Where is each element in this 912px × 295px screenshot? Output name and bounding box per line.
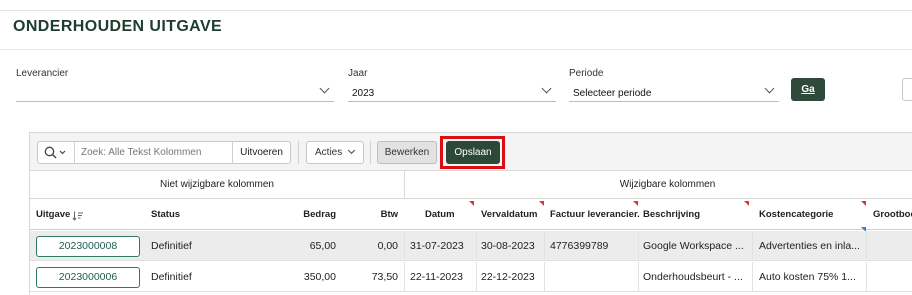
chevron-down-icon [541,83,552,94]
column-divider [476,231,477,261]
column-divider [752,231,753,261]
cell-beschrijving[interactable]: Onderhoudsbeurt - ... [643,262,751,292]
leverancier-label: Leverancier [16,68,69,79]
table-row[interactable]: 2023000006 Definitief 350,00 73,50 22-11… [30,262,912,292]
sort-descending-icon[interactable] [72,211,84,221]
actions-label: Acties [315,147,343,158]
column-divider [544,262,545,292]
cell-kostencategorie[interactable]: Advertenties en inla... [759,231,865,261]
cell-vervaldatum[interactable]: 22-12-2023 [481,262,545,292]
chevron-down-icon [319,83,330,94]
jaar-label: Jaar [348,68,368,79]
column-divider [638,231,639,261]
column-divider [752,262,753,292]
search-icon [44,146,66,159]
search-column-selector[interactable] [38,142,75,163]
leverancier-select[interactable] [16,82,334,102]
col-status[interactable]: Status [151,200,231,230]
column-divider [404,231,405,261]
column-header-row: Uitgave Status Bedrag Btw Datum Vervalda… [30,200,912,232]
toolbar-separator [298,141,299,164]
cell-btw: 0,00 [377,240,398,252]
col-btw[interactable]: Btw [340,200,398,230]
cell-bedrag: 65,00 [309,240,336,252]
interactive-grid: Uitvoeren Acties Bewerken Opslaan Niet w… [29,132,912,295]
edit-button[interactable]: Bewerken [377,141,437,164]
group-readonly: Niet wijzigbare kolommen [160,179,274,190]
column-divider [404,262,405,292]
periode-label: Periode [569,68,604,79]
periode-select[interactable]: Selecteer periode [569,82,779,102]
column-group-header: Niet wijzigbare kolommen Wijzigbare kolo… [30,171,912,199]
col-vervaldatum[interactable]: Vervaldatum [481,200,541,230]
cell-status: Definitief [151,240,192,252]
column-divider [866,231,867,261]
actions-menu-button[interactable]: Acties [306,141,364,164]
run-search-button[interactable]: Uitvoeren [232,142,290,163]
required-marker [744,201,749,206]
search-input[interactable] [76,142,232,163]
col-kostencategorie[interactable]: Kostencategorie [759,200,854,230]
column-divider [866,262,867,292]
column-divider [638,262,639,292]
cell-vervaldatum[interactable]: 30-08-2023 [481,231,545,261]
table-row[interactable]: 2023000008 Definitief 65,00 0,00 31-07-2… [30,231,912,261]
cell-beschrijving[interactable]: Google Workspace ... [643,231,751,261]
search-box: Uitvoeren [37,141,291,164]
periode-value: Selecteer periode [573,88,652,99]
title-divider [0,49,912,50]
column-divider [476,262,477,292]
required-marker [633,201,638,206]
cell-factuur[interactable]: 4776399789 [550,231,640,261]
cell-kostencategorie[interactable]: Auto kosten 75% 1... [759,262,865,292]
toolbar-separator [370,141,371,164]
required-marker [539,201,544,206]
col-bedrag[interactable]: Bedrag [260,200,336,230]
group-editable: Wijzigbare kolommen [619,179,716,190]
page-title: ONDERHOUDEN UITGAVE [13,18,223,35]
cell-bedrag: 350,00 [303,271,336,283]
col-factuur[interactable]: Factuur leverancier.. [550,200,640,230]
col-grootboek[interactable]: Grootboe [873,200,912,230]
grid-toolbar: Uitvoeren Acties Bewerken Opslaan [30,133,912,171]
col-beschrijving[interactable]: Beschrijving [643,200,743,230]
chevron-down-icon [347,146,356,155]
go-button[interactable]: Ga [791,78,825,101]
column-divider [544,231,545,261]
jaar-value: 2023 [352,88,375,99]
uitgave-link[interactable]: 2023000006 [36,267,140,288]
cell-status: Definitief [151,271,192,283]
cell-btw: 73,50 [371,271,398,283]
required-marker [469,201,474,206]
save-button[interactable]: Opslaan [446,141,500,164]
jaar-select[interactable]: 2023 [348,82,556,102]
cell-datum[interactable]: 31-07-2023 [410,231,476,261]
cell-factuur[interactable] [550,262,640,292]
col-datum[interactable]: Datum [425,200,485,230]
cell-datum[interactable]: 22-11-2023 [410,262,476,292]
extra-button[interactable] [902,78,912,101]
uitgave-link[interactable]: 2023000008 [36,236,140,257]
required-marker [861,201,866,206]
top-divider [0,10,912,11]
chevron-down-icon [764,83,775,94]
